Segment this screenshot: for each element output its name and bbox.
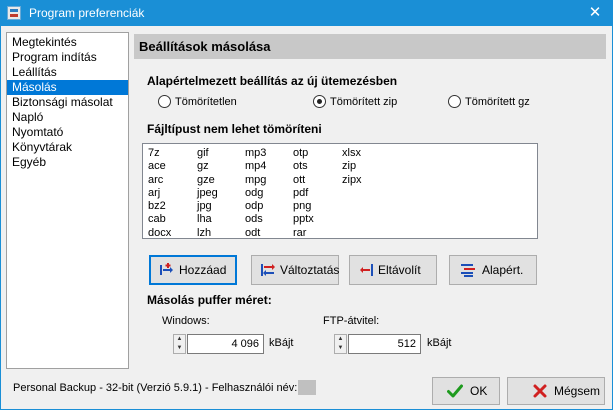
add-button-label: Hozzáad xyxy=(179,263,227,277)
spin-up-icon[interactable]: ▲ xyxy=(335,335,346,344)
add-icon xyxy=(160,263,173,275)
ftp-buffer-label: FTP-átvitel: xyxy=(323,315,380,327)
close-button[interactable]: ✕ xyxy=(578,1,612,26)
default-settings-label: Alapértelmezett beállítás az új ütemezés… xyxy=(147,74,398,88)
radio-button xyxy=(448,95,461,108)
category-item-leallitas[interactable]: Leállítás xyxy=(7,65,128,80)
change-button[interactable]: Változtatás xyxy=(251,255,339,285)
windows-buffer-label: Windows: xyxy=(162,315,210,327)
file-type-list[interactable]: 7z ace arc arj bz2 cab docx gif gz gze j… xyxy=(142,143,538,239)
title-bar: Program preferenciák ✕ xyxy=(1,1,612,26)
ok-button-label: OK xyxy=(470,384,488,398)
list-item[interactable]: gz xyxy=(197,160,218,173)
category-list: Megtekintés Program indítás Leállítás Má… xyxy=(6,32,129,369)
category-item-megtekintes[interactable]: Megtekintés xyxy=(7,35,128,50)
buffer-size-label: Másolás puffer méret: xyxy=(147,293,272,307)
ok-button[interactable]: OK xyxy=(432,377,500,405)
list-item[interactable]: bz2 xyxy=(148,200,171,213)
radio-uncompressed[interactable]: Tömörítetlen xyxy=(158,94,237,110)
default-button-label: Alapért. xyxy=(482,263,524,277)
list-item[interactable]: odp xyxy=(245,200,266,213)
radio-gz[interactable]: Tömörített gz xyxy=(448,94,530,110)
list-item[interactable]: png xyxy=(293,200,314,213)
default-button[interactable]: Alapért. xyxy=(449,255,537,285)
change-button-label: Változtatás xyxy=(280,263,340,277)
windows-buffer-input[interactable]: 4 096 xyxy=(187,334,264,354)
change-icon xyxy=(261,264,275,276)
spin-down-icon[interactable]: ▼ xyxy=(335,344,346,353)
list-item[interactable]: odt xyxy=(245,227,266,240)
list-item[interactable]: lzh xyxy=(197,227,218,240)
list-item[interactable]: docx xyxy=(148,227,171,240)
ftp-buffer-stepper[interactable]: ▲ ▼ xyxy=(334,334,347,354)
list-item[interactable]: ods xyxy=(245,213,266,226)
cancel-button-label: Mégsem xyxy=(554,384,601,398)
list-item[interactable]: mp4 xyxy=(245,160,266,173)
category-item-program-inditas[interactable]: Program indítás xyxy=(7,50,128,65)
list-item[interactable]: 7z xyxy=(148,147,171,160)
list-item[interactable]: zipx xyxy=(342,174,362,187)
ftp-buffer-unit: kBájt xyxy=(427,337,452,349)
list-item[interactable]: gze xyxy=(197,174,218,187)
list-item[interactable]: ace xyxy=(148,160,171,173)
windows-buffer-stepper[interactable]: ▲ ▼ xyxy=(173,334,186,354)
list-item[interactable]: rar xyxy=(293,227,314,240)
list-item[interactable]: cab xyxy=(148,213,171,226)
list-item[interactable]: jpeg xyxy=(197,187,218,200)
list-default-icon xyxy=(461,264,475,277)
category-item-naplo[interactable]: Napló xyxy=(7,110,128,125)
remove-button-label: Eltávolít xyxy=(378,263,421,277)
radio-label: Tömörített zip xyxy=(330,96,398,108)
spin-down-icon[interactable]: ▼ xyxy=(174,344,185,353)
file-type-column: mp3 mp4 mpg odg odp ods odt xyxy=(245,147,266,240)
list-item[interactable]: arj xyxy=(148,187,171,200)
cancel-button[interactable]: Mégsem xyxy=(507,377,605,405)
list-item[interactable]: xlsx xyxy=(342,147,362,160)
window-title: Program preferenciák xyxy=(29,6,145,20)
category-item-egyeb[interactable]: Egyéb xyxy=(7,155,128,170)
list-item[interactable]: otp xyxy=(293,147,314,160)
preferences-window: Program preferenciák ✕ Megtekintés Progr… xyxy=(0,0,613,410)
cancel-x-icon xyxy=(533,384,547,398)
list-item[interactable]: mp3 xyxy=(245,147,266,160)
remove-icon xyxy=(360,264,373,276)
list-item[interactable]: pptx xyxy=(293,213,314,226)
remove-button[interactable]: Eltávolít xyxy=(349,255,437,285)
list-item[interactable]: ots xyxy=(293,160,314,173)
category-item-biztonsagi-masolat[interactable]: Biztonsági másolat xyxy=(7,95,128,110)
status-text: Personal Backup - 32-bit (Verzió 5.9.1) … xyxy=(13,382,298,394)
radio-zip[interactable]: Tömörített zip xyxy=(313,94,397,110)
list-item[interactable]: lha xyxy=(197,213,218,226)
list-item[interactable]: ott xyxy=(293,174,314,187)
windows-buffer-unit: kBájt xyxy=(269,337,294,349)
radio-button xyxy=(313,95,326,108)
user-name-field xyxy=(298,380,316,395)
list-item[interactable]: jpg xyxy=(197,200,218,213)
app-icon xyxy=(7,6,21,20)
file-type-column: gif gz gze jpeg jpg lha lzh xyxy=(197,147,218,240)
radio-label: Tömörítetlen xyxy=(175,96,237,108)
no-compress-label: Fájltípust nem lehet tömöríteni xyxy=(147,122,322,136)
list-item[interactable]: pdf xyxy=(293,187,314,200)
add-button[interactable]: Hozzáad xyxy=(149,255,237,285)
list-item[interactable]: zip xyxy=(342,160,362,173)
ftp-buffer-input[interactable]: 512 xyxy=(348,334,421,354)
category-item-nyomtato[interactable]: Nyomtató xyxy=(7,125,128,140)
file-type-column: otp ots ott pdf png pptx rar xyxy=(293,147,314,240)
list-item[interactable]: mpg xyxy=(245,174,266,187)
panel-title: Beállítások másolása xyxy=(134,34,606,59)
list-item[interactable]: gif xyxy=(197,147,218,160)
list-item[interactable]: odg xyxy=(245,187,266,200)
category-item-masolas[interactable]: Másolás xyxy=(7,80,128,95)
file-type-column: 7z ace arc arj bz2 cab docx xyxy=(148,147,171,240)
list-item[interactable]: arc xyxy=(148,174,171,187)
checkmark-icon xyxy=(447,384,463,398)
file-type-column: xlsx zip zipx xyxy=(342,147,362,187)
spin-up-icon[interactable]: ▲ xyxy=(174,335,185,344)
radio-label: Tömörített gz xyxy=(465,96,530,108)
category-item-konyvtarak[interactable]: Könyvtárak xyxy=(7,140,128,155)
close-icon: ✕ xyxy=(588,4,602,21)
radio-button xyxy=(158,95,171,108)
